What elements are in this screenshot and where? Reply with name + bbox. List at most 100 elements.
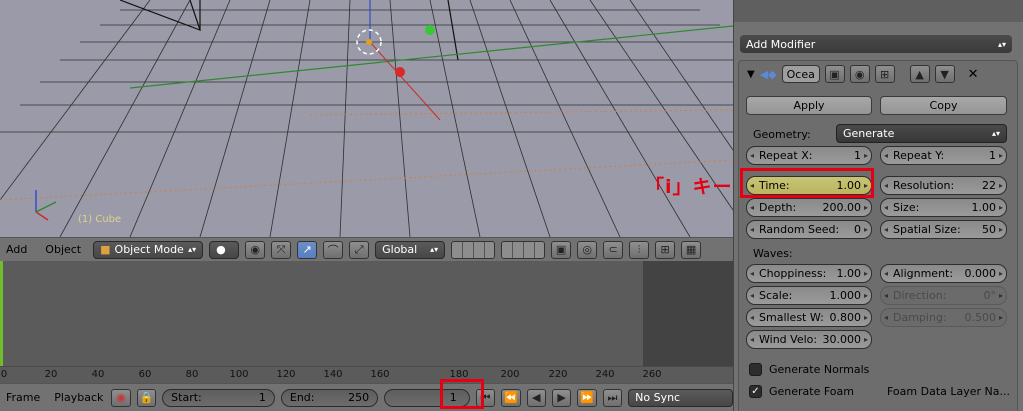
tick-label: 80 [185, 369, 199, 380]
tick-label: 220 [548, 369, 568, 380]
resolution-field[interactable]: Resolution:22 [880, 176, 1007, 195]
timeline-header: Frame Playback ◉ 🔒 Start: 1 End: 250 1 ⏮… [0, 383, 733, 411]
checkmark-icon: ✓ [751, 386, 760, 397]
playback-menu[interactable]: Playback [52, 391, 105, 404]
tick-label: 120 [276, 369, 296, 380]
ocean-fish-icon: ◀◆ [759, 67, 777, 81]
viewport-grid [0, 0, 733, 237]
repeat-x-field[interactable]: Repeat X:1 [746, 146, 872, 165]
properties-panel: Add Modifier ▴▾ ▼ ◀◆ Ocea ▣ ◉ ⊞ ▲ ▼ ✕ Ap… [733, 0, 1023, 411]
manipulator-toggle-icon[interactable]: ⤧ [271, 240, 292, 259]
render-camera-icon[interactable]: ▣ [824, 65, 845, 83]
layers-2-icon[interactable] [501, 240, 546, 259]
chevron-down-icon: ▴▾ [991, 129, 1000, 138]
prev-keyframe-icon[interactable]: ⏪ [501, 388, 521, 407]
tick-label: 20 [44, 369, 58, 380]
choppiness-field[interactable]: Choppiness:1.00 [746, 264, 872, 283]
translate-icon[interactable]: ↗ [297, 240, 318, 259]
layers-1-icon[interactable] [451, 240, 496, 259]
tick-label: 0 [0, 369, 8, 380]
tick-label: 240 [595, 369, 615, 380]
tick-label: 260 [642, 369, 662, 380]
frame-highlight-box [440, 379, 484, 409]
tick-label: 60 [138, 369, 152, 380]
pivot-icon[interactable]: ◉ [245, 240, 266, 259]
start-frame-field[interactable]: Start: 1 [162, 388, 275, 407]
orientation-dropdown[interactable]: Global ▴▾ [375, 240, 446, 259]
lock-layers-icon[interactable]: ▣ [551, 240, 572, 259]
move-down-icon[interactable]: ▼ [934, 65, 955, 83]
snap-icon[interactable]: ⊂ [603, 240, 624, 259]
chevron-down-icon: ▴▾ [188, 245, 197, 254]
generate-normals-label: Generate Normals [769, 363, 870, 376]
modifier-name-field[interactable]: Ocea [781, 65, 820, 83]
timeline-out-of-range [643, 261, 733, 366]
frame-menu[interactable]: Frame [0, 391, 46, 404]
geometry-label: Geometry: [753, 128, 811, 141]
apply-button[interactable]: Apply [746, 96, 872, 115]
move-up-icon[interactable]: ▲ [909, 65, 930, 83]
generate-foam-label: Generate Foam [769, 385, 854, 398]
editmode-icon[interactable]: ⊞ [874, 65, 895, 83]
snap-element-icon[interactable]: ⫶ [629, 240, 650, 259]
random-seed-field[interactable]: Random Seed:0 [746, 220, 872, 239]
modifier-header: ▼ ◀◆ Ocea ▣ ◉ ⊞ ▲ ▼ ✕ [739, 61, 1017, 87]
viewport-object-label: (1) Cube [78, 214, 122, 225]
3d-viewport[interactable]: (1) Cube [0, 0, 733, 237]
copy-button[interactable]: Copy [880, 96, 1007, 115]
mode-dropdown[interactable]: ■ Object Mode ▴▾ [93, 240, 204, 259]
chevron-down-icon: ▴▾ [430, 245, 439, 254]
play-icon[interactable]: ▶ [551, 388, 572, 407]
blender-window: (1) Cube Add Object ■ Object Mode ▴▾ ● ◉… [0, 0, 1023, 411]
ocean-modifier-panel: ▼ ◀◆ Ocea ▣ ◉ ⊞ ▲ ▼ ✕ Apply Copy Geometr… [738, 60, 1018, 411]
sphere-icon: ● [216, 243, 226, 256]
eye-icon[interactable]: ◉ [849, 65, 870, 83]
end-frame-field[interactable]: End: 250 [280, 388, 379, 407]
scale-icon[interactable]: ⤢ [349, 240, 370, 259]
generate-normals-checkbox[interactable] [749, 363, 762, 376]
sync-dropdown[interactable]: No Sync [628, 388, 733, 407]
tick-label: 100 [229, 369, 249, 380]
frame-ruler: 0 20 40 60 80 100 120 140 160 180 200 22… [0, 366, 733, 383]
close-icon[interactable]: ✕ [968, 67, 979, 82]
cube-icon: ■ [100, 243, 111, 256]
time-highlight-box [740, 168, 874, 198]
record-icon[interactable]: ◉ [111, 388, 131, 407]
direction-field[interactable]: Direction:0° [880, 286, 1007, 305]
geometry-dropdown[interactable]: Generate ▴▾ [836, 124, 1007, 143]
add-modifier-dropdown[interactable]: Add Modifier ▴▾ [740, 35, 1012, 53]
generate-foam-checkbox[interactable]: ✓ [749, 385, 762, 398]
smallest-wave-field[interactable]: Smallest W:0.800 [746, 308, 872, 327]
alignment-field[interactable]: Alignment:0.000 [880, 264, 1007, 283]
tick-label: 160 [370, 369, 390, 380]
camera-icon[interactable]: ▦ [681, 240, 702, 259]
object-menu[interactable]: Object [39, 243, 87, 256]
repeat-y-field[interactable]: Repeat Y:1 [880, 146, 1007, 165]
size-field[interactable]: Size:1.00 [880, 198, 1007, 217]
shading-dropdown[interactable]: ● [209, 240, 240, 259]
lock-icon[interactable]: 🔒 [136, 388, 157, 407]
proportional-icon[interactable]: ◎ [577, 240, 598, 259]
tick-label: 200 [500, 369, 520, 380]
tick-label: 40 [91, 369, 105, 380]
wind-velocity-field[interactable]: Wind Velo:30.000 [746, 330, 872, 349]
play-reverse-icon[interactable]: ◀ [526, 388, 546, 407]
foam-data-layer-label: Foam Data Layer Na... [887, 385, 1011, 398]
waves-label: Waves: [753, 247, 793, 260]
next-keyframe-icon[interactable]: ⏩ [577, 388, 597, 407]
i-key-annotation: 「i」キー [645, 176, 733, 198]
properties-tabs-bar [734, 0, 1023, 22]
rotate-icon[interactable]: ⌒ [323, 240, 344, 259]
timeline-area[interactable]: 0 20 40 60 80 100 120 140 160 180 200 22… [0, 261, 733, 383]
add-menu[interactable]: Add [0, 243, 33, 256]
jump-end-icon[interactable]: ⏭ [602, 388, 623, 407]
render-icon[interactable]: ⊞ [655, 240, 676, 259]
3d-view-header: Add Object ■ Object Mode ▴▾ ● ◉ ⤧ ↗ ⌒ ⤢ … [0, 237, 733, 261]
depth-field[interactable]: Depth:200.00 [746, 198, 872, 217]
spatial-size-field[interactable]: Spatial Size:50 [880, 220, 1007, 239]
tick-label: 140 [323, 369, 343, 380]
damping-field[interactable]: Damping:0.500 [880, 308, 1007, 327]
collapse-triangle-icon[interactable]: ▼ [747, 69, 755, 80]
scale-field[interactable]: Scale:1.000 [746, 286, 872, 305]
chevron-down-icon: ▴▾ [997, 39, 1006, 49]
